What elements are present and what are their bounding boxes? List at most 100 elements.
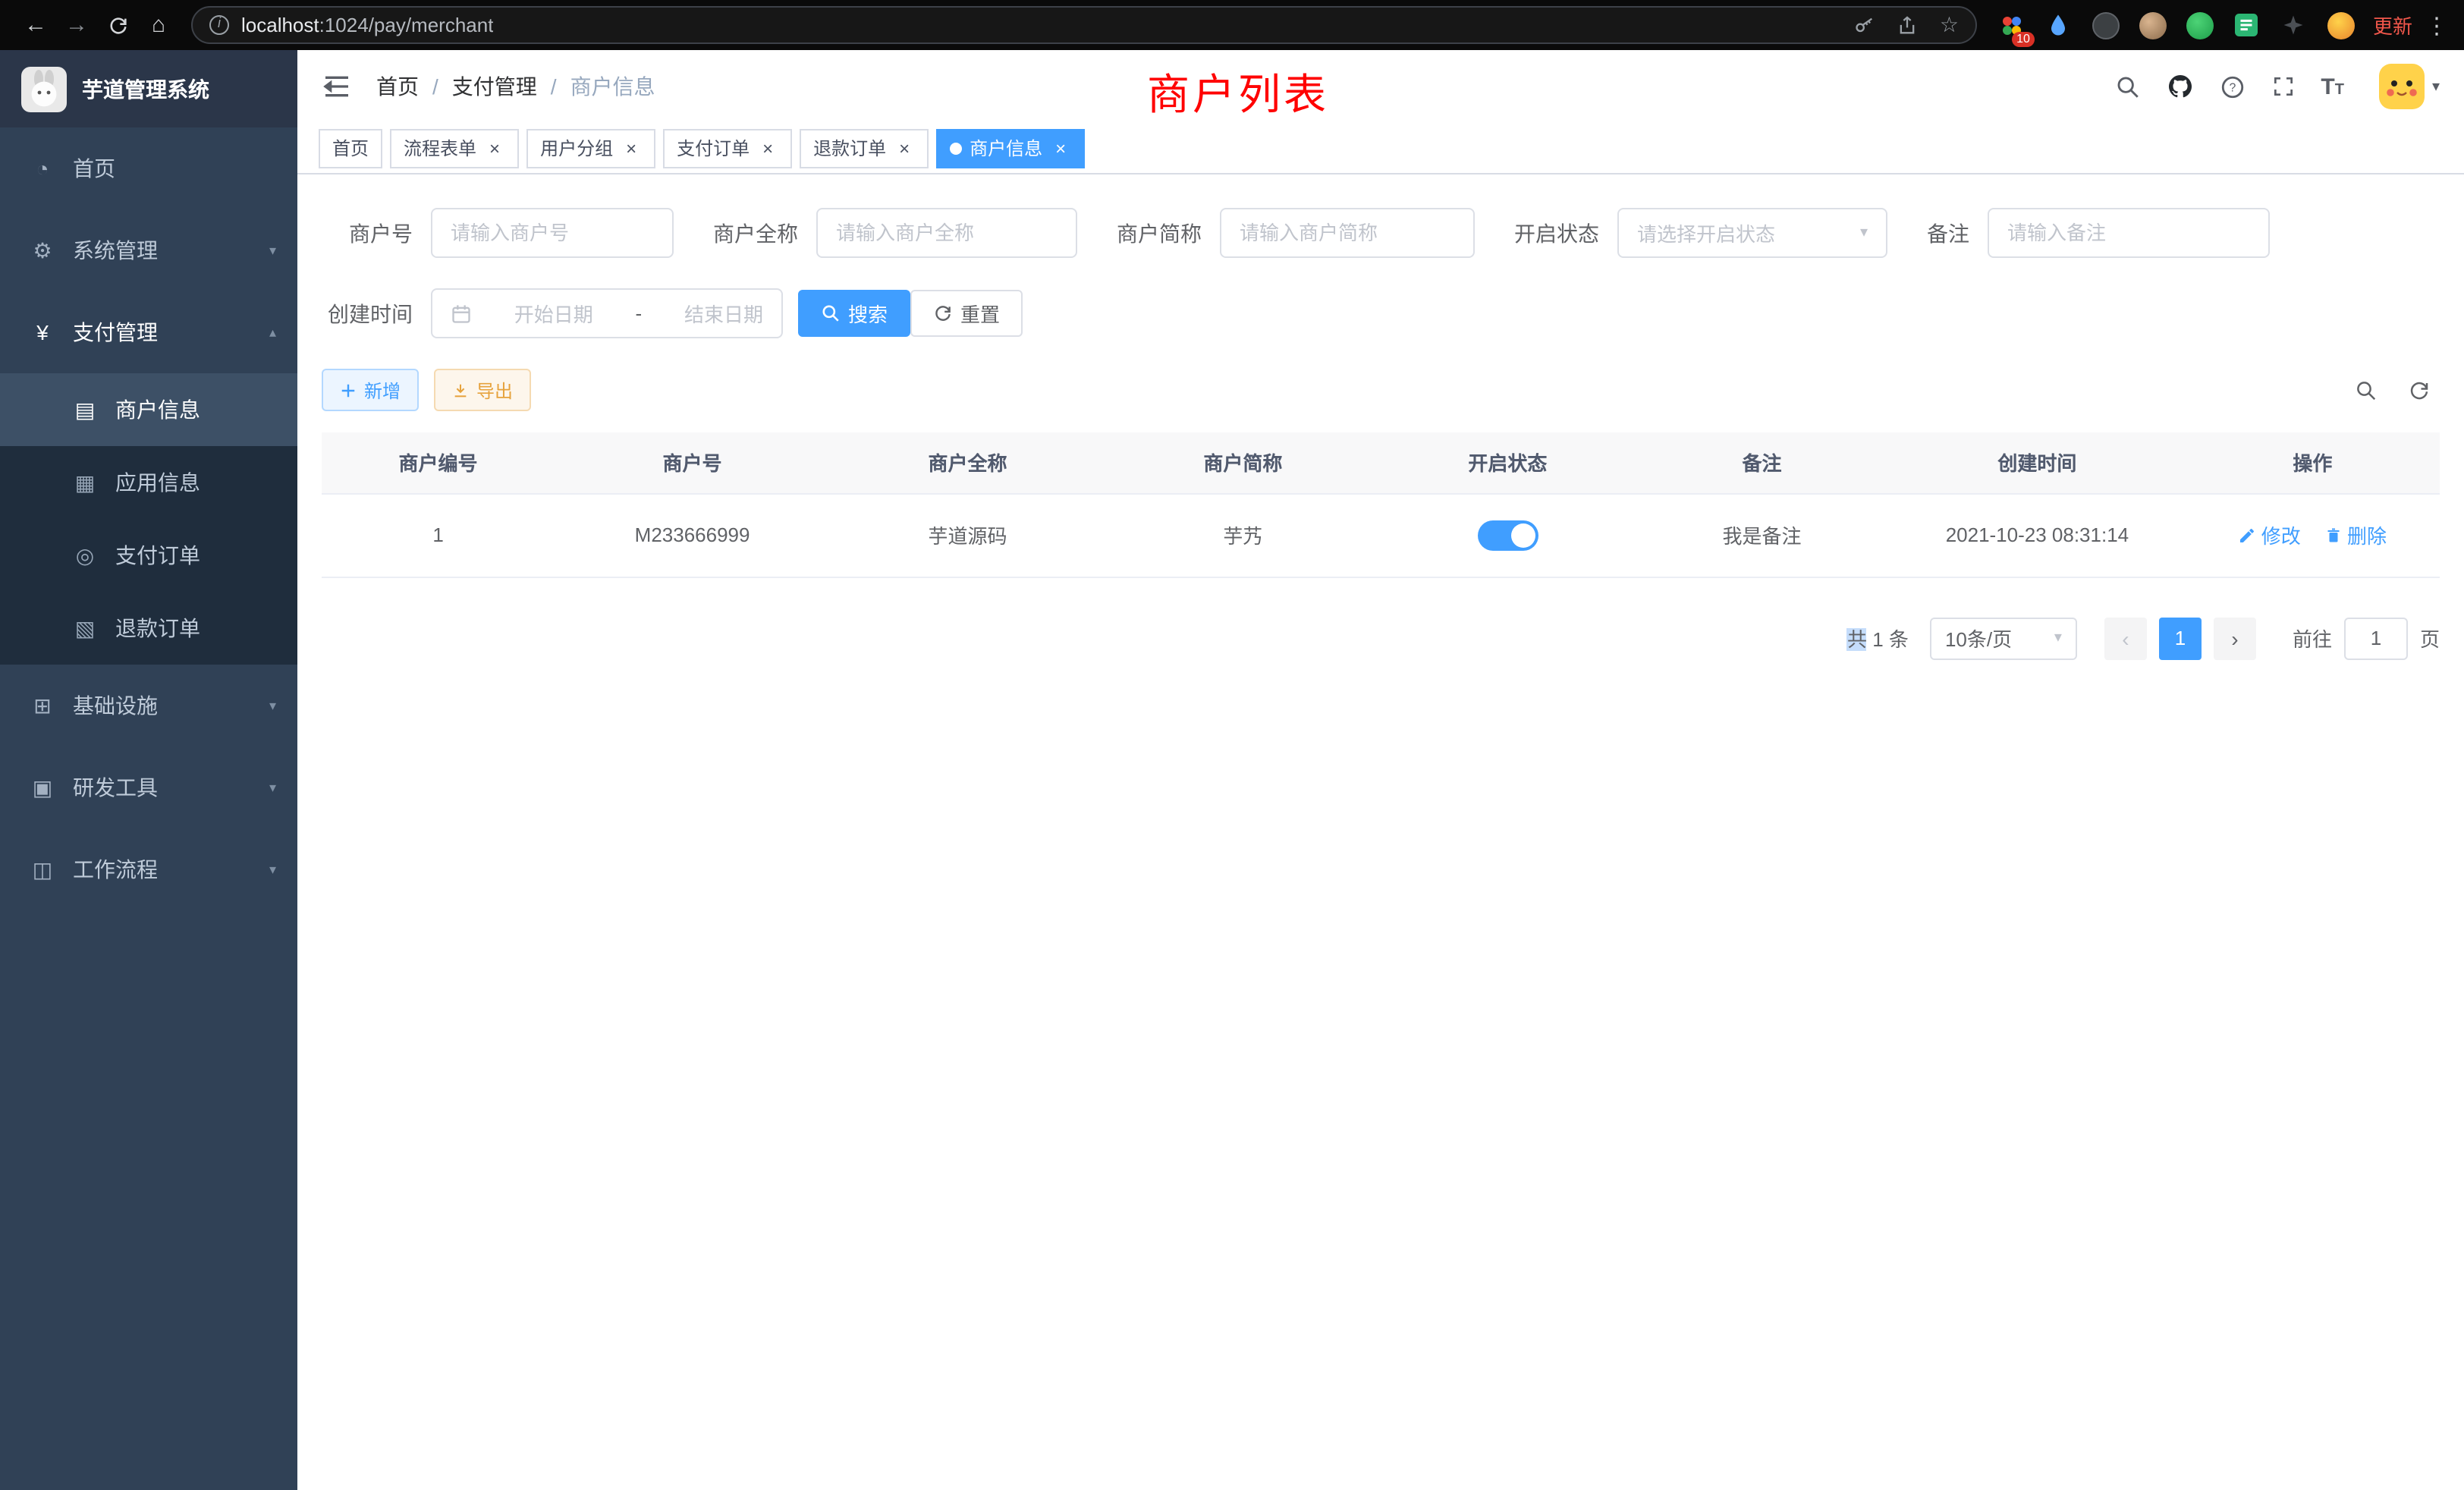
- refresh-table-icon[interactable]: [2408, 379, 2431, 401]
- status-select[interactable]: 请选择开启状态 ▾: [1617, 208, 1887, 258]
- cell-index: 1: [322, 493, 555, 577]
- remark-field[interactable]: [1988, 208, 2270, 258]
- url-text[interactable]: localhost:1024/pay/merchant: [241, 14, 493, 36]
- remark-input[interactable]: [2007, 222, 2250, 244]
- edit-link[interactable]: 修改: [2239, 520, 2301, 549]
- apps-extension-icon[interactable]: 10: [1995, 8, 2029, 42]
- short-name-input[interactable]: [1240, 222, 1455, 244]
- export-button[interactable]: 导出: [434, 369, 531, 411]
- tab-merchant-info[interactable]: 商户信息: [936, 128, 1085, 168]
- sidebar-item-app-info[interactable]: ▦ 应用信息: [0, 446, 297, 519]
- user-menu[interactable]: ▾: [2379, 64, 2440, 109]
- sidebar-item-infrastructure[interactable]: ⊞ 基础设施: [0, 665, 297, 747]
- page-content: 商户号 商户全称 商户简称 开启状态 请选择开启状态: [297, 174, 2464, 1490]
- breadcrumb-payment[interactable]: 支付管理: [452, 71, 537, 102]
- table-toolbar: 新增 导出: [322, 369, 2440, 411]
- breadcrumb-home[interactable]: 首页: [376, 71, 419, 102]
- tab-pay-orders[interactable]: 支付订单: [663, 128, 792, 168]
- back-icon[interactable]: ←: [15, 5, 56, 46]
- sidebar-item-refund-orders[interactable]: ▧ 退款订单: [0, 592, 297, 665]
- merchant-no-field[interactable]: [431, 208, 674, 258]
- cell-create-time: 2021-10-23 08:31:14: [1889, 493, 2186, 577]
- help-icon[interactable]: ?: [2219, 74, 2245, 99]
- header: 首页 / 支付管理 / 商户信息 商户列表 ? TT ▾: [297, 50, 2464, 123]
- sidebar-item-merchant-info[interactable]: ▤ 商户信息: [0, 373, 297, 446]
- font-size-icon[interactable]: TT: [2321, 74, 2344, 99]
- pinwheel-extension-icon[interactable]: [2277, 8, 2311, 42]
- close-icon[interactable]: [894, 137, 915, 159]
- dark-circle-extension-icon[interactable]: [2089, 8, 2123, 42]
- reset-button[interactable]: 重置: [910, 290, 1023, 337]
- tab-label: 支付订单: [677, 135, 750, 161]
- close-icon[interactable]: [757, 137, 778, 159]
- fullscreen-icon[interactable]: [2271, 74, 2295, 99]
- close-icon[interactable]: [484, 137, 505, 159]
- filter-label: 备注: [1927, 218, 1969, 248]
- sidebar-item-system[interactable]: ⚙ 系统管理: [0, 209, 297, 291]
- password-key-icon[interactable]: [1855, 14, 1876, 36]
- app-logo[interactable]: 芋道管理系统: [0, 50, 297, 127]
- search-button[interactable]: 搜索: [798, 290, 910, 337]
- end-date-placeholder[interactable]: 结束日期: [684, 299, 763, 328]
- reload-icon[interactable]: [97, 5, 138, 46]
- full-name-field[interactable]: [816, 208, 1077, 258]
- close-icon[interactable]: [621, 137, 642, 159]
- drop-extension-icon[interactable]: [2042, 8, 2076, 42]
- short-name-field[interactable]: [1220, 208, 1475, 258]
- tab-process-form[interactable]: 流程表单: [390, 128, 519, 168]
- sidebar-item-label: 应用信息: [115, 467, 200, 498]
- notes-glyph: [2236, 14, 2258, 36]
- tab-home[interactable]: 首页: [319, 128, 382, 168]
- status-toggle[interactable]: [1477, 520, 1538, 550]
- full-name-input[interactable]: [836, 222, 1058, 244]
- cell-actions: 修改 删除: [2186, 493, 2440, 577]
- sidebar-item-home[interactable]: ◔ 首页: [0, 127, 297, 209]
- col-create-time: 创建时间: [1889, 432, 2186, 493]
- filter-remark: 备注: [1927, 208, 2270, 258]
- home-icon[interactable]: ⌂: [138, 5, 179, 46]
- show-search-icon[interactable]: [2355, 379, 2378, 401]
- avatar-extension-icon[interactable]: [2136, 8, 2170, 42]
- share-icon[interactable]: [1897, 14, 1919, 36]
- green-circle-extension-icon[interactable]: [2183, 8, 2217, 42]
- col-short-name: 商户简称: [1105, 432, 1381, 493]
- logo-avatar: [21, 66, 67, 112]
- browser-menu-icon[interactable]: ⋮: [2425, 11, 2449, 39]
- sidebar-item-dev-tools[interactable]: ▣ 研发工具: [0, 747, 297, 828]
- chrome-update-button[interactable]: 更新: [2373, 11, 2412, 39]
- omnibox-actions: ☆: [1855, 12, 1959, 38]
- col-status: 开启状态: [1381, 432, 1635, 493]
- url-bar[interactable]: localhost:1024/pay/merchant ☆: [191, 6, 1977, 44]
- github-icon[interactable]: [2166, 73, 2193, 100]
- edit-pencil-icon: [2239, 526, 2257, 544]
- merchant-no-input[interactable]: [451, 222, 654, 244]
- prev-page-button[interactable]: [2104, 617, 2147, 659]
- date-separator: -: [636, 302, 643, 325]
- sidebar-item-label: 研发工具: [73, 772, 158, 803]
- next-page-button[interactable]: [2214, 617, 2256, 659]
- svg-text:?: ?: [2229, 81, 2236, 94]
- close-icon[interactable]: [1050, 137, 1071, 159]
- total-count: 1: [1867, 628, 1889, 651]
- sidebar-item-workflow[interactable]: ◫ 工作流程: [0, 828, 297, 910]
- orange-avatar-extension-icon[interactable]: [2324, 8, 2358, 42]
- page-number-1[interactable]: 1: [2159, 617, 2202, 659]
- extensions-strip: 10: [1995, 8, 2358, 42]
- site-info-icon[interactable]: [209, 15, 229, 35]
- delete-link[interactable]: 删除: [2324, 520, 2387, 549]
- tags-view: 首页 流程表单 用户分组 支付订单 退款订单 商户信息: [297, 123, 2464, 174]
- start-date-placeholder[interactable]: 开始日期: [514, 299, 593, 328]
- search-icon[interactable]: [2114, 74, 2140, 99]
- add-button[interactable]: 新增: [322, 369, 419, 411]
- goto-page-input[interactable]: [2344, 617, 2408, 659]
- tab-user-group[interactable]: 用户分组: [526, 128, 655, 168]
- sidebar-item-pay-orders[interactable]: ◎ 支付订单: [0, 519, 297, 592]
- date-range-picker[interactable]: 开始日期 - 结束日期: [431, 288, 783, 338]
- sidebar-item-payment[interactable]: ¥ 支付管理: [0, 291, 297, 373]
- hamburger-icon[interactable]: [322, 71, 352, 102]
- forward-icon[interactable]: →: [56, 5, 97, 46]
- notes-extension-icon[interactable]: [2230, 8, 2264, 42]
- tab-refund-orders[interactable]: 退款订单: [800, 128, 929, 168]
- page-size-select[interactable]: 10条/页 ▾: [1930, 617, 2077, 659]
- bookmark-star-icon[interactable]: ☆: [1940, 12, 1959, 38]
